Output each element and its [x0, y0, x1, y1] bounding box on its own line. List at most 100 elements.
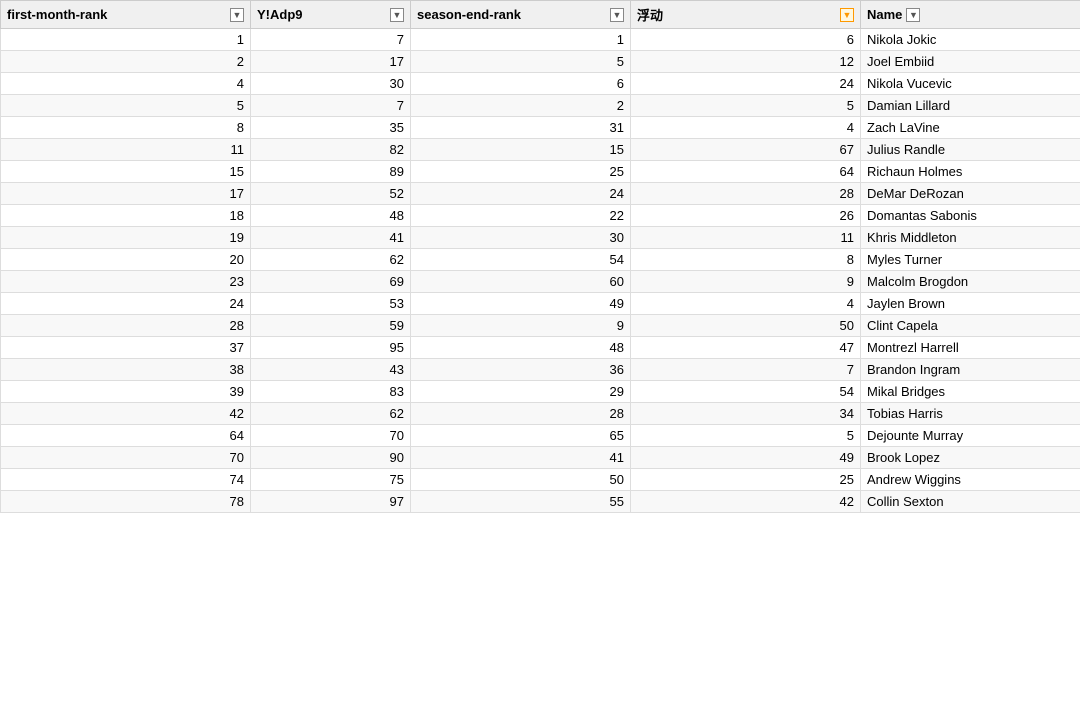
cell-season_end_rank: 55 [411, 491, 631, 513]
table-row: 2062548Myles Turner [1, 249, 1080, 271]
col-header-yadp9[interactable]: Y!Adp9 ▼ [251, 1, 411, 29]
cell-yadp9: 48 [251, 205, 411, 227]
cell-season_end_rank: 15 [411, 139, 631, 161]
cell-fudong: 64 [631, 161, 861, 183]
cell-fudong: 5 [631, 425, 861, 447]
cell-first_month_rank: 1 [1, 29, 251, 51]
cell-name: Dejounte Murray [861, 425, 1080, 447]
table-row: 1716Nikola Jokic [1, 29, 1080, 51]
table-row: 6470655Dejounte Murray [1, 425, 1080, 447]
cell-fudong: 24 [631, 73, 861, 95]
cell-fudong: 34 [631, 403, 861, 425]
col-header-fudong[interactable]: 浮动 ▼ [631, 1, 861, 29]
cell-first_month_rank: 11 [1, 139, 251, 161]
cell-fudong: 6 [631, 29, 861, 51]
data-table: first-month-rank ▼ Y!Adp9 ▼ season-end-r… [0, 0, 1080, 513]
cell-fudong: 8 [631, 249, 861, 271]
cell-season_end_rank: 28 [411, 403, 631, 425]
cell-first_month_rank: 23 [1, 271, 251, 293]
cell-yadp9: 30 [251, 73, 411, 95]
cell-name: Jaylen Brown [861, 293, 1080, 315]
cell-first_month_rank: 64 [1, 425, 251, 447]
cell-season_end_rank: 1 [411, 29, 631, 51]
cell-season_end_rank: 49 [411, 293, 631, 315]
cell-fudong: 67 [631, 139, 861, 161]
cell-first_month_rank: 70 [1, 447, 251, 469]
cell-season_end_rank: 60 [411, 271, 631, 293]
table-row: 3843367Brandon Ingram [1, 359, 1080, 381]
cell-first_month_rank: 37 [1, 337, 251, 359]
cell-season_end_rank: 24 [411, 183, 631, 205]
table-row: 5725Damian Lillard [1, 95, 1080, 117]
cell-yadp9: 89 [251, 161, 411, 183]
cell-name: Brook Lopez [861, 447, 1080, 469]
cell-name: Tobias Harris [861, 403, 1080, 425]
cell-season_end_rank: 30 [411, 227, 631, 249]
cell-fudong: 9 [631, 271, 861, 293]
col-header-first-month-rank[interactable]: first-month-rank ▼ [1, 1, 251, 29]
col-header-name[interactable]: Name ▼ [861, 1, 1080, 29]
cell-first_month_rank: 24 [1, 293, 251, 315]
cell-name: Julius Randle [861, 139, 1080, 161]
table-row: 17522428DeMar DeRozan [1, 183, 1080, 205]
cell-first_month_rank: 5 [1, 95, 251, 117]
cell-first_month_rank: 19 [1, 227, 251, 249]
filter-icon-season-end-rank[interactable]: ▼ [610, 8, 624, 22]
cell-first_month_rank: 78 [1, 491, 251, 513]
table-row: 74755025Andrew Wiggins [1, 469, 1080, 491]
col-label-yadp9: Y!Adp9 [257, 7, 303, 22]
cell-fudong: 42 [631, 491, 861, 513]
table-row: 430624Nikola Vucevic [1, 73, 1080, 95]
cell-name: Nikola Jokic [861, 29, 1080, 51]
cell-season_end_rank: 22 [411, 205, 631, 227]
filter-icon-first-month-rank[interactable]: ▼ [230, 8, 244, 22]
cell-fudong: 50 [631, 315, 861, 337]
cell-name: Malcolm Brogdon [861, 271, 1080, 293]
cell-yadp9: 59 [251, 315, 411, 337]
cell-fudong: 5 [631, 95, 861, 117]
cell-yadp9: 7 [251, 29, 411, 51]
table-row: 835314Zach LaVine [1, 117, 1080, 139]
cell-first_month_rank: 74 [1, 469, 251, 491]
table-row: 78975542Collin Sexton [1, 491, 1080, 513]
table-row: 15892564Richaun Holmes [1, 161, 1080, 183]
cell-first_month_rank: 28 [1, 315, 251, 337]
cell-yadp9: 62 [251, 403, 411, 425]
col-header-season-end-rank[interactable]: season-end-rank ▼ [411, 1, 631, 29]
table-row: 217512Joel Embiid [1, 51, 1080, 73]
cell-fudong: 11 [631, 227, 861, 249]
cell-first_month_rank: 15 [1, 161, 251, 183]
cell-name: Collin Sexton [861, 491, 1080, 513]
cell-yadp9: 75 [251, 469, 411, 491]
cell-first_month_rank: 20 [1, 249, 251, 271]
cell-season_end_rank: 36 [411, 359, 631, 381]
cell-fudong: 49 [631, 447, 861, 469]
cell-season_end_rank: 50 [411, 469, 631, 491]
table-row: 2369609Malcolm Brogdon [1, 271, 1080, 293]
cell-season_end_rank: 48 [411, 337, 631, 359]
cell-name: Andrew Wiggins [861, 469, 1080, 491]
table-row: 42622834Tobias Harris [1, 403, 1080, 425]
cell-fudong: 7 [631, 359, 861, 381]
filter-icon-yadp9[interactable]: ▼ [390, 8, 404, 22]
table-row: 11821567Julius Randle [1, 139, 1080, 161]
cell-yadp9: 90 [251, 447, 411, 469]
cell-yadp9: 69 [251, 271, 411, 293]
table-row: 39832954Mikal Bridges [1, 381, 1080, 403]
filter-icon-fudong[interactable]: ▼ [840, 8, 854, 22]
table-row: 37954847Montrezl Harrell [1, 337, 1080, 359]
cell-yadp9: 43 [251, 359, 411, 381]
table-row: 19413011Khris Middleton [1, 227, 1080, 249]
cell-yadp9: 62 [251, 249, 411, 271]
cell-fudong: 28 [631, 183, 861, 205]
cell-fudong: 47 [631, 337, 861, 359]
filter-icon-name[interactable]: ▼ [906, 8, 920, 22]
cell-first_month_rank: 8 [1, 117, 251, 139]
cell-name: Mikal Bridges [861, 381, 1080, 403]
cell-season_end_rank: 6 [411, 73, 631, 95]
cell-first_month_rank: 2 [1, 51, 251, 73]
cell-yadp9: 83 [251, 381, 411, 403]
col-label-fudong: 浮动 [637, 5, 663, 24]
cell-name: Zach LaVine [861, 117, 1080, 139]
table-row: 18482226Domantas Sabonis [1, 205, 1080, 227]
